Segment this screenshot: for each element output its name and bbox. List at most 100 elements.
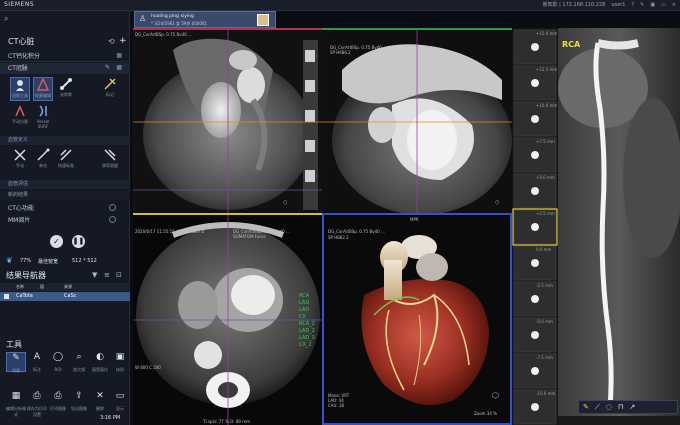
measure-tool-label: 测量 — [12, 368, 20, 373]
save-print-tool[interactable]: ⎙ 保存为打印设置 — [27, 391, 47, 417]
trash-icon: ✕ — [96, 391, 104, 401]
vr-annotation: DG_CorArtBSp. 0.75 Bv40 ... — [328, 229, 385, 234]
orientation-cube-icon[interactable]: ⬡ — [283, 200, 287, 206]
display-label: 显示 — [116, 406, 124, 411]
patient-name: hualing ping xiying — [151, 14, 194, 19]
window-level-tool[interactable]: ◐ 窗宽窗位 — [90, 352, 110, 372]
export-image-tool[interactable]: ⇪ 导出图像 — [69, 391, 89, 417]
segment-label: LAD_3 — [299, 335, 315, 341]
tube-icon[interactable]: ⊓ — [618, 403, 623, 411]
stenosis-measure-button[interactable]: 狭窄测量 — [100, 148, 120, 178]
roi-tool[interactable]: ◯ ROI — [48, 352, 68, 372]
brush-icon[interactable]: ⟋ — [595, 403, 600, 412]
lock-icon[interactable]: ▣ — [650, 2, 655, 8]
manual-seg-button[interactable]: 手动分割 — [10, 104, 30, 128]
edit-format-tool[interactable]: ▦ 编辑分析格式 — [6, 391, 26, 417]
orientation-cube-icon[interactable]: ⬡ — [495, 200, 499, 206]
magnifier-tool[interactable]: ⌕ 放大镜 — [69, 352, 89, 372]
cpr-label: 0.0 mm — [536, 247, 552, 252]
stenosis-measure-label: 狭窄测量 — [102, 163, 118, 168]
item-calcium[interactable]: CT钙化积分 ▦ — [0, 51, 130, 62]
search-icon[interactable]: ⌕ — [4, 14, 8, 24]
viewport-vr[interactable]: MPR DG_CorArtBSp. 0.75 Bv40 ... SP H682.… — [322, 213, 512, 425]
user-label[interactable]: user1 — [611, 2, 625, 8]
contour-edit-button[interactable]: 轮廓编辑 — [33, 77, 53, 101]
filter-icon[interactable]: ▼ — [92, 271, 97, 279]
segment-label: CX — [299, 314, 306, 320]
annotate-tool[interactable]: A 标注 — [27, 352, 47, 372]
volume-tool[interactable]: ▣ 体积 — [110, 352, 130, 372]
segment-label: LAD — [299, 300, 310, 306]
eraser-icon[interactable]: ◌ — [606, 403, 612, 411]
click-button[interactable]: 单击 — [33, 148, 53, 172]
stenosis-header: 血管定义 — [0, 136, 130, 145]
orientation-cube-icon[interactable]: ⬡ — [492, 391, 499, 400]
print-image-tool[interactable]: ⎙ 打印图像 — [48, 391, 68, 417]
wrench-icon[interactable]: ✎ — [640, 2, 644, 8]
magnifier-tool-label: 放大镜 — [73, 367, 85, 372]
text-icon: A — [33, 352, 41, 362]
rca-cpr-image — [558, 28, 680, 425]
window-icon[interactable]: ▭ — [661, 2, 666, 8]
quick-standard-button[interactable]: 快速标准 — [56, 148, 76, 172]
measure-tool[interactable]: ✎ 测量 — [6, 352, 26, 373]
viewport-coronal[interactable]: DG_CorArtBSp. 0.75 Bv40 ... ⬡ — [133, 28, 322, 213]
refresh-icon[interactable]: ⟲ — [108, 37, 115, 46]
navigator-row[interactable]: CaTota CaSc — [0, 292, 130, 301]
checkbox[interactable] — [4, 294, 9, 299]
delete-tool[interactable]: ✕ 删除 — [90, 391, 110, 417]
marker-button[interactable]: 标记 — [100, 77, 120, 101]
confirm-button[interactable]: ✓ — [50, 235, 63, 248]
cpr-label: +12.5 mm — [536, 67, 558, 72]
stenosis-measure-icon — [104, 149, 116, 161]
segment-label: LAD_2 — [299, 328, 315, 334]
display-tool[interactable]: ▭ 显示 — [110, 391, 130, 417]
coronary-tool-button[interactable]: 冠脉工具 — [10, 77, 30, 101]
grid-icon[interactable]: ▦ — [116, 52, 122, 59]
bone-removal-button[interactable]: 去除骨 — [56, 77, 76, 101]
contrast-icon: ◐ — [96, 352, 104, 362]
vr-sp: SP H682.2 — [328, 235, 349, 240]
viewport-cpr-rca[interactable]: RCA ✎ ⟋ ◌ ⊓ ↗ — [558, 28, 680, 425]
pause-button[interactable]: ❚❚ — [72, 235, 85, 248]
matrix-value[interactable]: 512 * 512 — [72, 258, 97, 264]
add-icon[interactable]: + — [119, 36, 127, 46]
contour-edit-label: 轮廓编辑 — [35, 93, 51, 98]
edit-icon[interactable]: ✎ — [105, 64, 110, 71]
vr-footer-left: Mono: VRT LAO: 44 CAU: 26 — [328, 393, 350, 408]
radio-icon[interactable] — [109, 204, 116, 211]
vessel-icon — [39, 105, 47, 117]
cpr-cross-sections[interactable]: +15.0 mm +12.5 mm +10.0 mm +7.5 mm +5.0 … — [512, 28, 558, 425]
marker-icon — [104, 78, 116, 90]
arrow-icon[interactable]: ↗ — [629, 403, 635, 411]
viewport-axial[interactable]: 2020/6/17 11:55:16 AM SP H687.0 DG_CorAr… — [133, 213, 322, 425]
nav-row-source: CaSc — [64, 293, 77, 299]
section-title: CT心脏 — [8, 37, 35, 46]
patient-info-tab[interactable]: ♙ hualing ping xiying * 3/24/1961 女 59岁 … — [134, 11, 276, 28]
window-label[interactable]: 最佳窗宽 — [38, 258, 58, 265]
radio-icon[interactable] — [109, 216, 116, 223]
help-icon[interactable]: ? — [631, 2, 634, 8]
save-icon[interactable]: ⊡ — [116, 271, 122, 279]
pen-icon[interactable]: ✎ — [583, 403, 589, 411]
item-coronary[interactable]: CT冠脉 ✎ ▦ — [0, 63, 130, 74]
col-value: 值 — [40, 284, 44, 289]
close-icon[interactable]: × — [672, 2, 676, 8]
zoom-value[interactable]: 77% — [20, 258, 31, 264]
delete-label: 删除 — [96, 406, 104, 411]
cube-icon: ▣ — [115, 352, 125, 362]
manual-button[interactable]: 手动 — [10, 148, 30, 172]
item-calcium-label: CT钙化积分 — [8, 53, 40, 60]
item-cardiac-function[interactable]: CT心功能 — [0, 203, 130, 214]
magnifier-icon: ⌕ — [76, 352, 82, 362]
vessel-surf-button[interactable]: Vessel SURF — [33, 104, 53, 129]
bone-icon — [60, 78, 72, 90]
viewport-sagittal[interactable]: DG_CorArtBSp. 0.75 Bv40 ... SP H686.2 ⬡ — [322, 28, 512, 213]
list-icon[interactable]: ≡ — [104, 271, 110, 279]
coronal-annotation: DG_CorArtBSp. 0.75 Bv40 ... — [135, 32, 192, 37]
navigator-header-row: 名称 值 来源 — [0, 283, 130, 291]
grid-icon[interactable]: ▦ — [116, 64, 122, 71]
quick-standard-label: 快速标准 — [58, 163, 74, 168]
item-coronary-label: CT冠脉 — [8, 65, 28, 72]
item-mm-reading[interactable]: MM阅片 — [0, 215, 130, 226]
